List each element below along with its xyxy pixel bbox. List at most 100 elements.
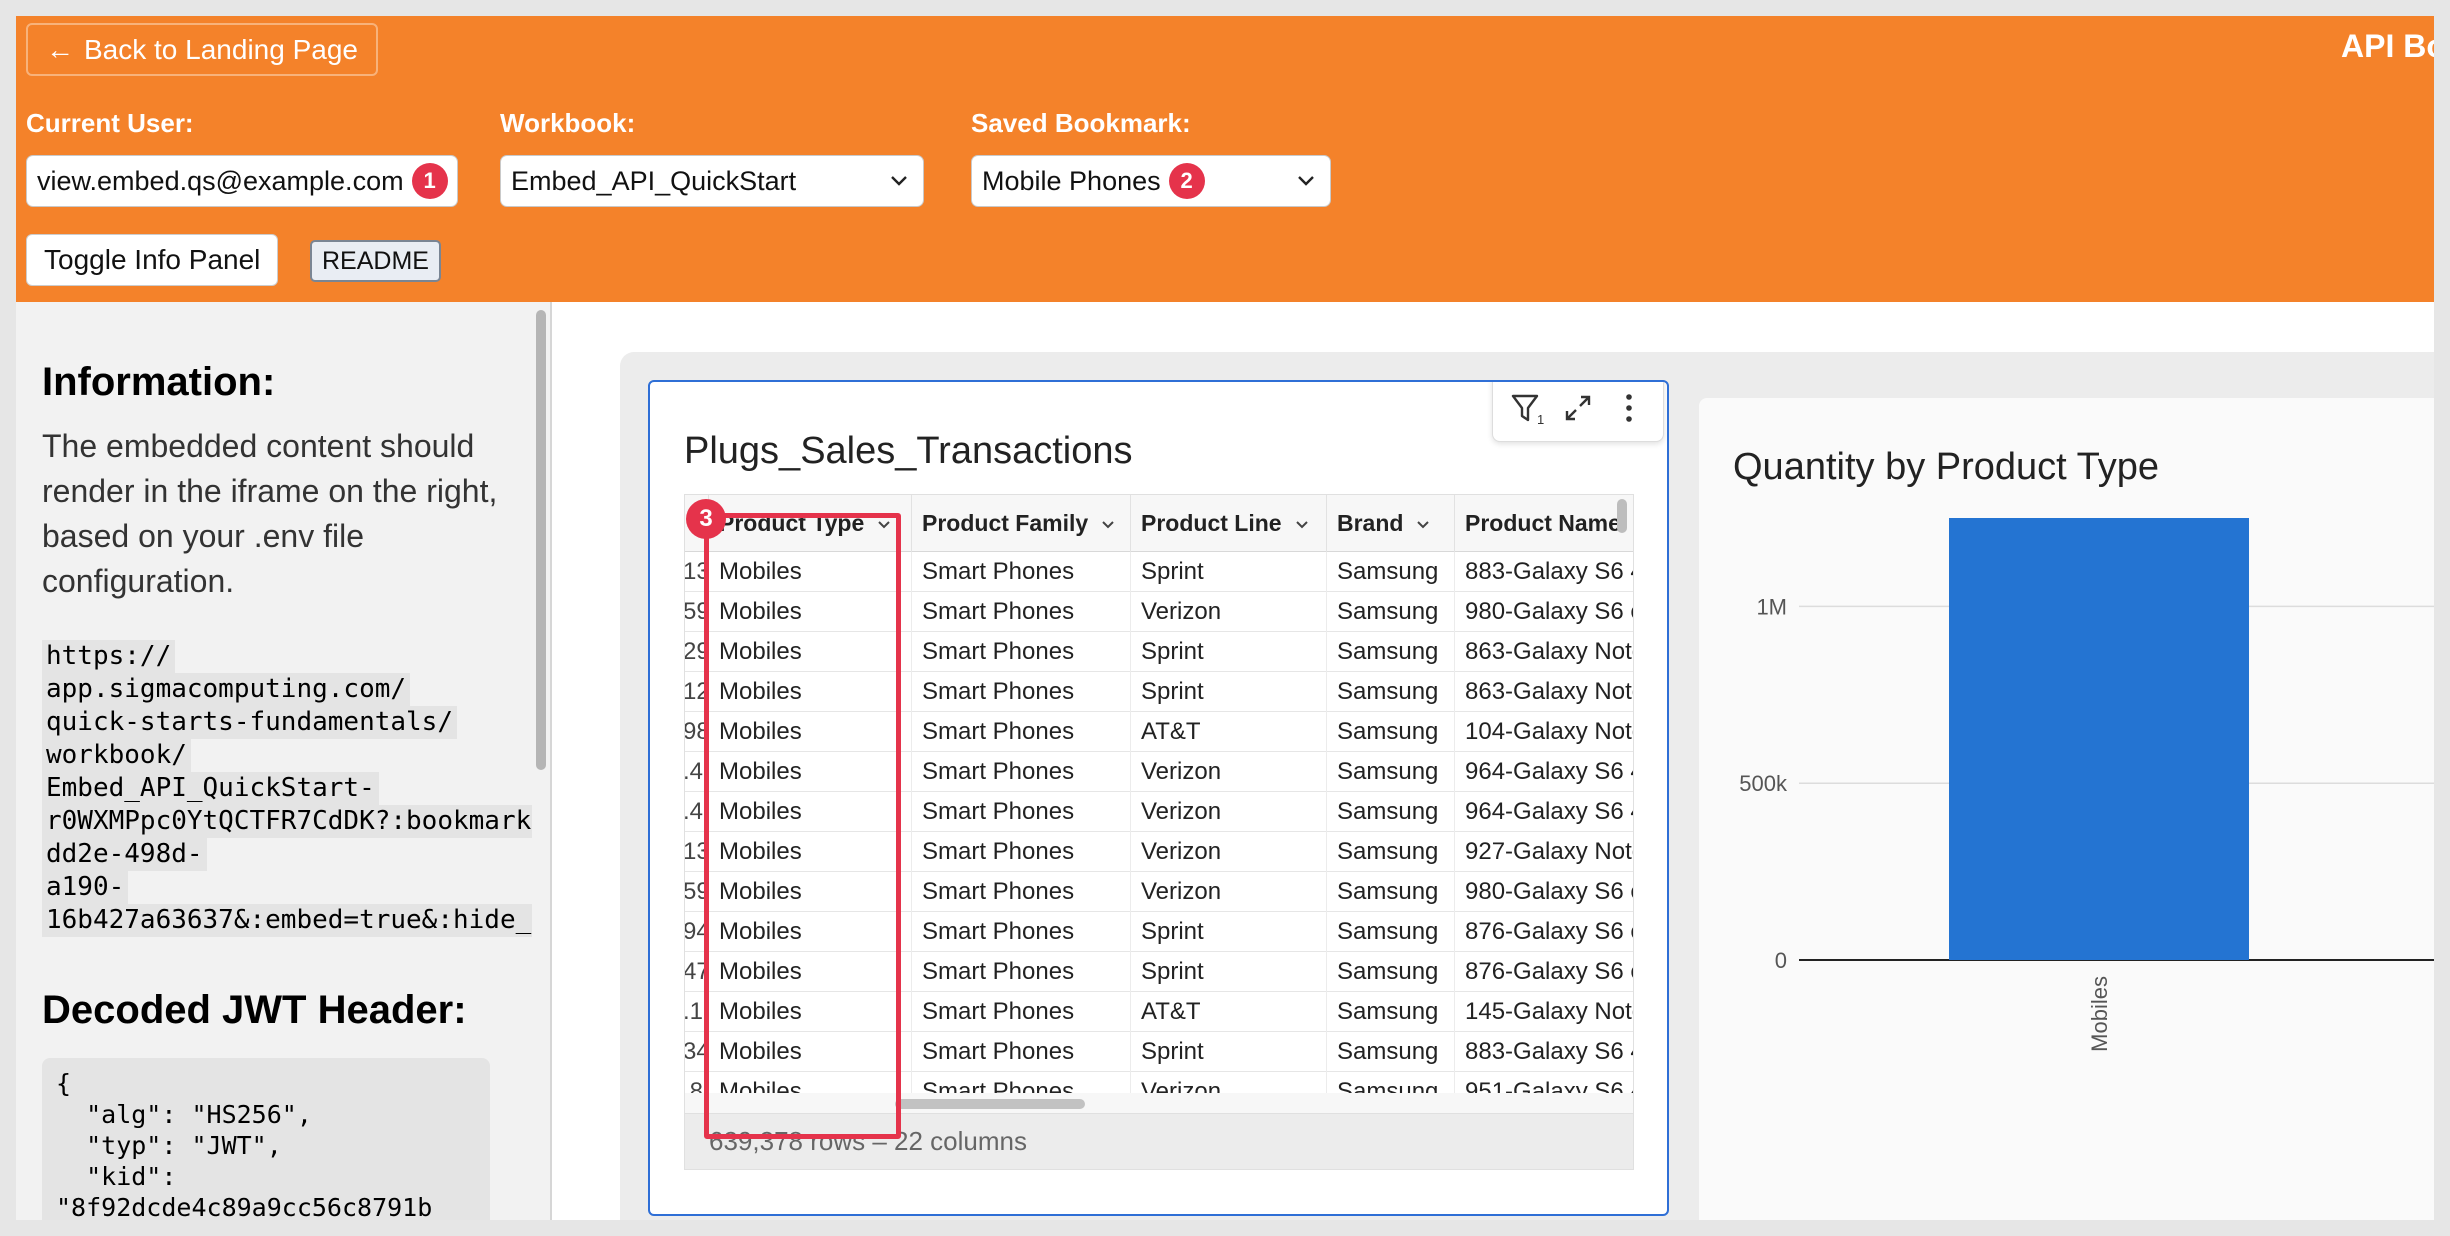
product-family-cell: Smart Phones [912, 872, 1131, 912]
saved-bookmark-select[interactable]: Mobile Phones 2 [971, 155, 1331, 207]
table-title: Plugs_Sales_Transactions [684, 430, 1133, 472]
column-header-product-line[interactable]: Product Line [1131, 495, 1327, 552]
embed-url-line: app.sigmacomputing.com/ [42, 673, 411, 706]
brand-cell: Samsung [1327, 912, 1455, 952]
product-type-cell: Mobiles [709, 672, 912, 712]
table-row[interactable]: .4 Mobiles Smart Phones Verizon Samsung 964-G… [685, 752, 1633, 792]
table-row[interactable]: 59 Mobiles Smart Phones Verizon Samsung 980-G… [685, 872, 1633, 912]
column-header-product-type[interactable]: Product Type [709, 495, 912, 552]
table-element[interactable]: Plugs_Sales_Transactions 1 Product Type … [648, 380, 1669, 1216]
toggle-info-panel-button[interactable]: Toggle Info Panel [26, 234, 279, 286]
table-row[interactable]: 13 Mobiles Smart Phones Verizon Samsung 927-G… [685, 832, 1633, 872]
embed-url-line: workbook/ [42, 739, 191, 772]
saved-bookmark-value: Mobile Phones [982, 165, 1161, 196]
brand-cell: Samsung [1327, 872, 1455, 912]
bar-chart-element[interactable]: Quantity by Product Type 0 500k 1M Mobiles [1699, 398, 2434, 1220]
column-header-product-family[interactable]: Product Family [912, 495, 1131, 552]
back-button-label: Back to Landing Page [84, 33, 358, 65]
column-header-product-name[interactable]: Product Name [1455, 495, 1633, 552]
chevron-down-icon [891, 176, 907, 186]
product-type-cell: Mobiles [709, 872, 912, 912]
embed-url-line: Embed_API_QuickStart- [42, 772, 379, 805]
row-id-cell: 12 [685, 672, 709, 712]
grid-vertical-scroll-thumb[interactable] [1617, 499, 1627, 533]
embed-url-line: 16b427a63637&:embed=true&:hide_ [42, 904, 536, 937]
product-line-cell: Sprint [1131, 632, 1327, 672]
table-row[interactable]: 13 Mobiles Smart Phones Sprint Samsung 883-Ga… [685, 552, 1633, 592]
product-line-cell: Sprint [1131, 952, 1327, 992]
row-id-cell: .4 [685, 752, 709, 792]
filter-count: 1 [1537, 412, 1544, 427]
table-row[interactable]: .4 Mobiles Smart Phones Verizon Samsung 964-G… [685, 792, 1633, 832]
product-name-cell: 964-Galaxy S6 4 [1455, 792, 1633, 832]
chevron-down-icon [1417, 520, 1430, 528]
embed-url: https:// app.sigmacomputing.com/ quick-s… [42, 640, 550, 937]
table-row[interactable]: 29 Mobiles Smart Phones Sprint Samsung 863-Ga… [685, 632, 1633, 672]
table-row[interactable]: 94 Mobiles Smart Phones Sprint Samsung 876-Ga… [685, 912, 1633, 952]
jwt-heading: Decoded JWT Header: [42, 988, 467, 1032]
brand-cell: Samsung [1327, 552, 1455, 592]
embed-url-line: dd2e-498d- [42, 838, 207, 871]
info-panel-scrollbar[interactable] [532, 302, 550, 1220]
product-family-cell: Smart Phones [912, 592, 1131, 632]
scrollbar-thumb[interactable] [895, 1099, 1085, 1109]
product-family-cell: Smart Phones [912, 672, 1131, 712]
product-name-cell: 964-Galaxy S6 4 [1455, 752, 1633, 792]
product-family-cell: Smart Phones [912, 992, 1131, 1032]
table-row[interactable]: .1 Mobiles Smart Phones AT&T Samsung 145-Gala… [685, 992, 1633, 1032]
element-toolbar: 1 [1492, 382, 1664, 442]
brand-cell: Samsung [1327, 992, 1455, 1032]
product-name-cell: 876-Galaxy S6 e [1455, 912, 1633, 952]
brand-cell: Samsung [1327, 792, 1455, 832]
product-name-cell: 927-Galaxy Note [1455, 832, 1633, 872]
product-name-cell: 863-Galaxy Note [1455, 672, 1633, 712]
grid-horizontal-scrollbar[interactable] [685, 1093, 1633, 1113]
product-name-cell: 104-Galaxy Note [1455, 712, 1633, 752]
annotation-badge-2: 2 [1168, 163, 1205, 199]
grid-header-row: Product Type Product Family Product Line… [685, 495, 1633, 552]
table-row[interactable]: 98 Mobiles Smart Phones AT&T Samsung 104-Gala… [685, 712, 1633, 752]
product-family-cell: Smart Phones [912, 912, 1131, 952]
row-id-cell: .1 [685, 992, 709, 1032]
column-header-label: Product Name [1465, 510, 1621, 536]
product-family-cell: Smart Phones [912, 792, 1131, 832]
workbook-select[interactable]: Embed_API_QuickStart [500, 155, 924, 207]
app-header: ← Back to Landing Page API Bo Current Us… [16, 16, 2434, 302]
row-id-cell: 59 [685, 872, 709, 912]
page-title: API Bo [2341, 28, 2434, 64]
row-id-cell: 34 [685, 1032, 709, 1072]
product-family-cell: Smart Phones [912, 632, 1131, 672]
table-row[interactable]: 12 Mobiles Smart Phones Sprint Samsung 863-Ga… [685, 672, 1633, 712]
scrollbar-thumb[interactable] [536, 310, 546, 770]
table-row[interactable]: 59 Mobiles Smart Phones Verizon Samsung 980-G… [685, 592, 1633, 632]
current-user-label: Current User: [26, 108, 194, 138]
product-type-cell: Mobiles [709, 952, 912, 992]
brand-cell: Samsung [1327, 832, 1455, 872]
expand-icon[interactable] [1558, 388, 1598, 428]
product-type-cell: Mobiles [709, 752, 912, 792]
table-row[interactable]: 47 Mobiles Smart Phones Sprint Samsung 876-Ga… [685, 952, 1633, 992]
product-name-cell: 980-Galaxy S6 e [1455, 592, 1633, 632]
brand-cell: Samsung [1327, 672, 1455, 712]
product-family-cell: Smart Phones [912, 832, 1131, 872]
table-row[interactable]: 34 Mobiles Smart Phones Sprint Samsung 883-Ga… [685, 1032, 1633, 1072]
saved-bookmark-label: Saved Bookmark: [971, 108, 1191, 138]
product-line-cell: Sprint [1131, 552, 1327, 592]
product-family-cell: Smart Phones [912, 752, 1131, 792]
readme-button[interactable]: README [310, 240, 441, 282]
annotation-badge-1: 1 [411, 163, 448, 199]
more-options-icon[interactable] [1609, 388, 1649, 428]
row-id-cell: 47 [685, 952, 709, 992]
bar-chart: 0 500k 1M Mobiles [1739, 518, 2434, 1052]
bar-mobiles[interactable] [1949, 518, 2249, 960]
data-grid[interactable]: Product Type Product Family Product Line… [684, 494, 1634, 1114]
column-header-brand[interactable]: Brand [1327, 495, 1455, 552]
product-line-cell: Sprint [1131, 672, 1327, 712]
embed-url-line: https:// [42, 640, 176, 673]
current-user-select[interactable]: view.embed.qs@example.com 1 [26, 155, 458, 207]
back-to-landing-button[interactable]: ← Back to Landing Page [26, 23, 378, 76]
product-name-cell: 883-Galaxy S6 4 [1455, 1032, 1633, 1072]
product-type-cell: Mobiles [709, 832, 912, 872]
filter-icon[interactable]: 1 [1507, 388, 1547, 428]
row-id-cell: .4 [685, 792, 709, 832]
